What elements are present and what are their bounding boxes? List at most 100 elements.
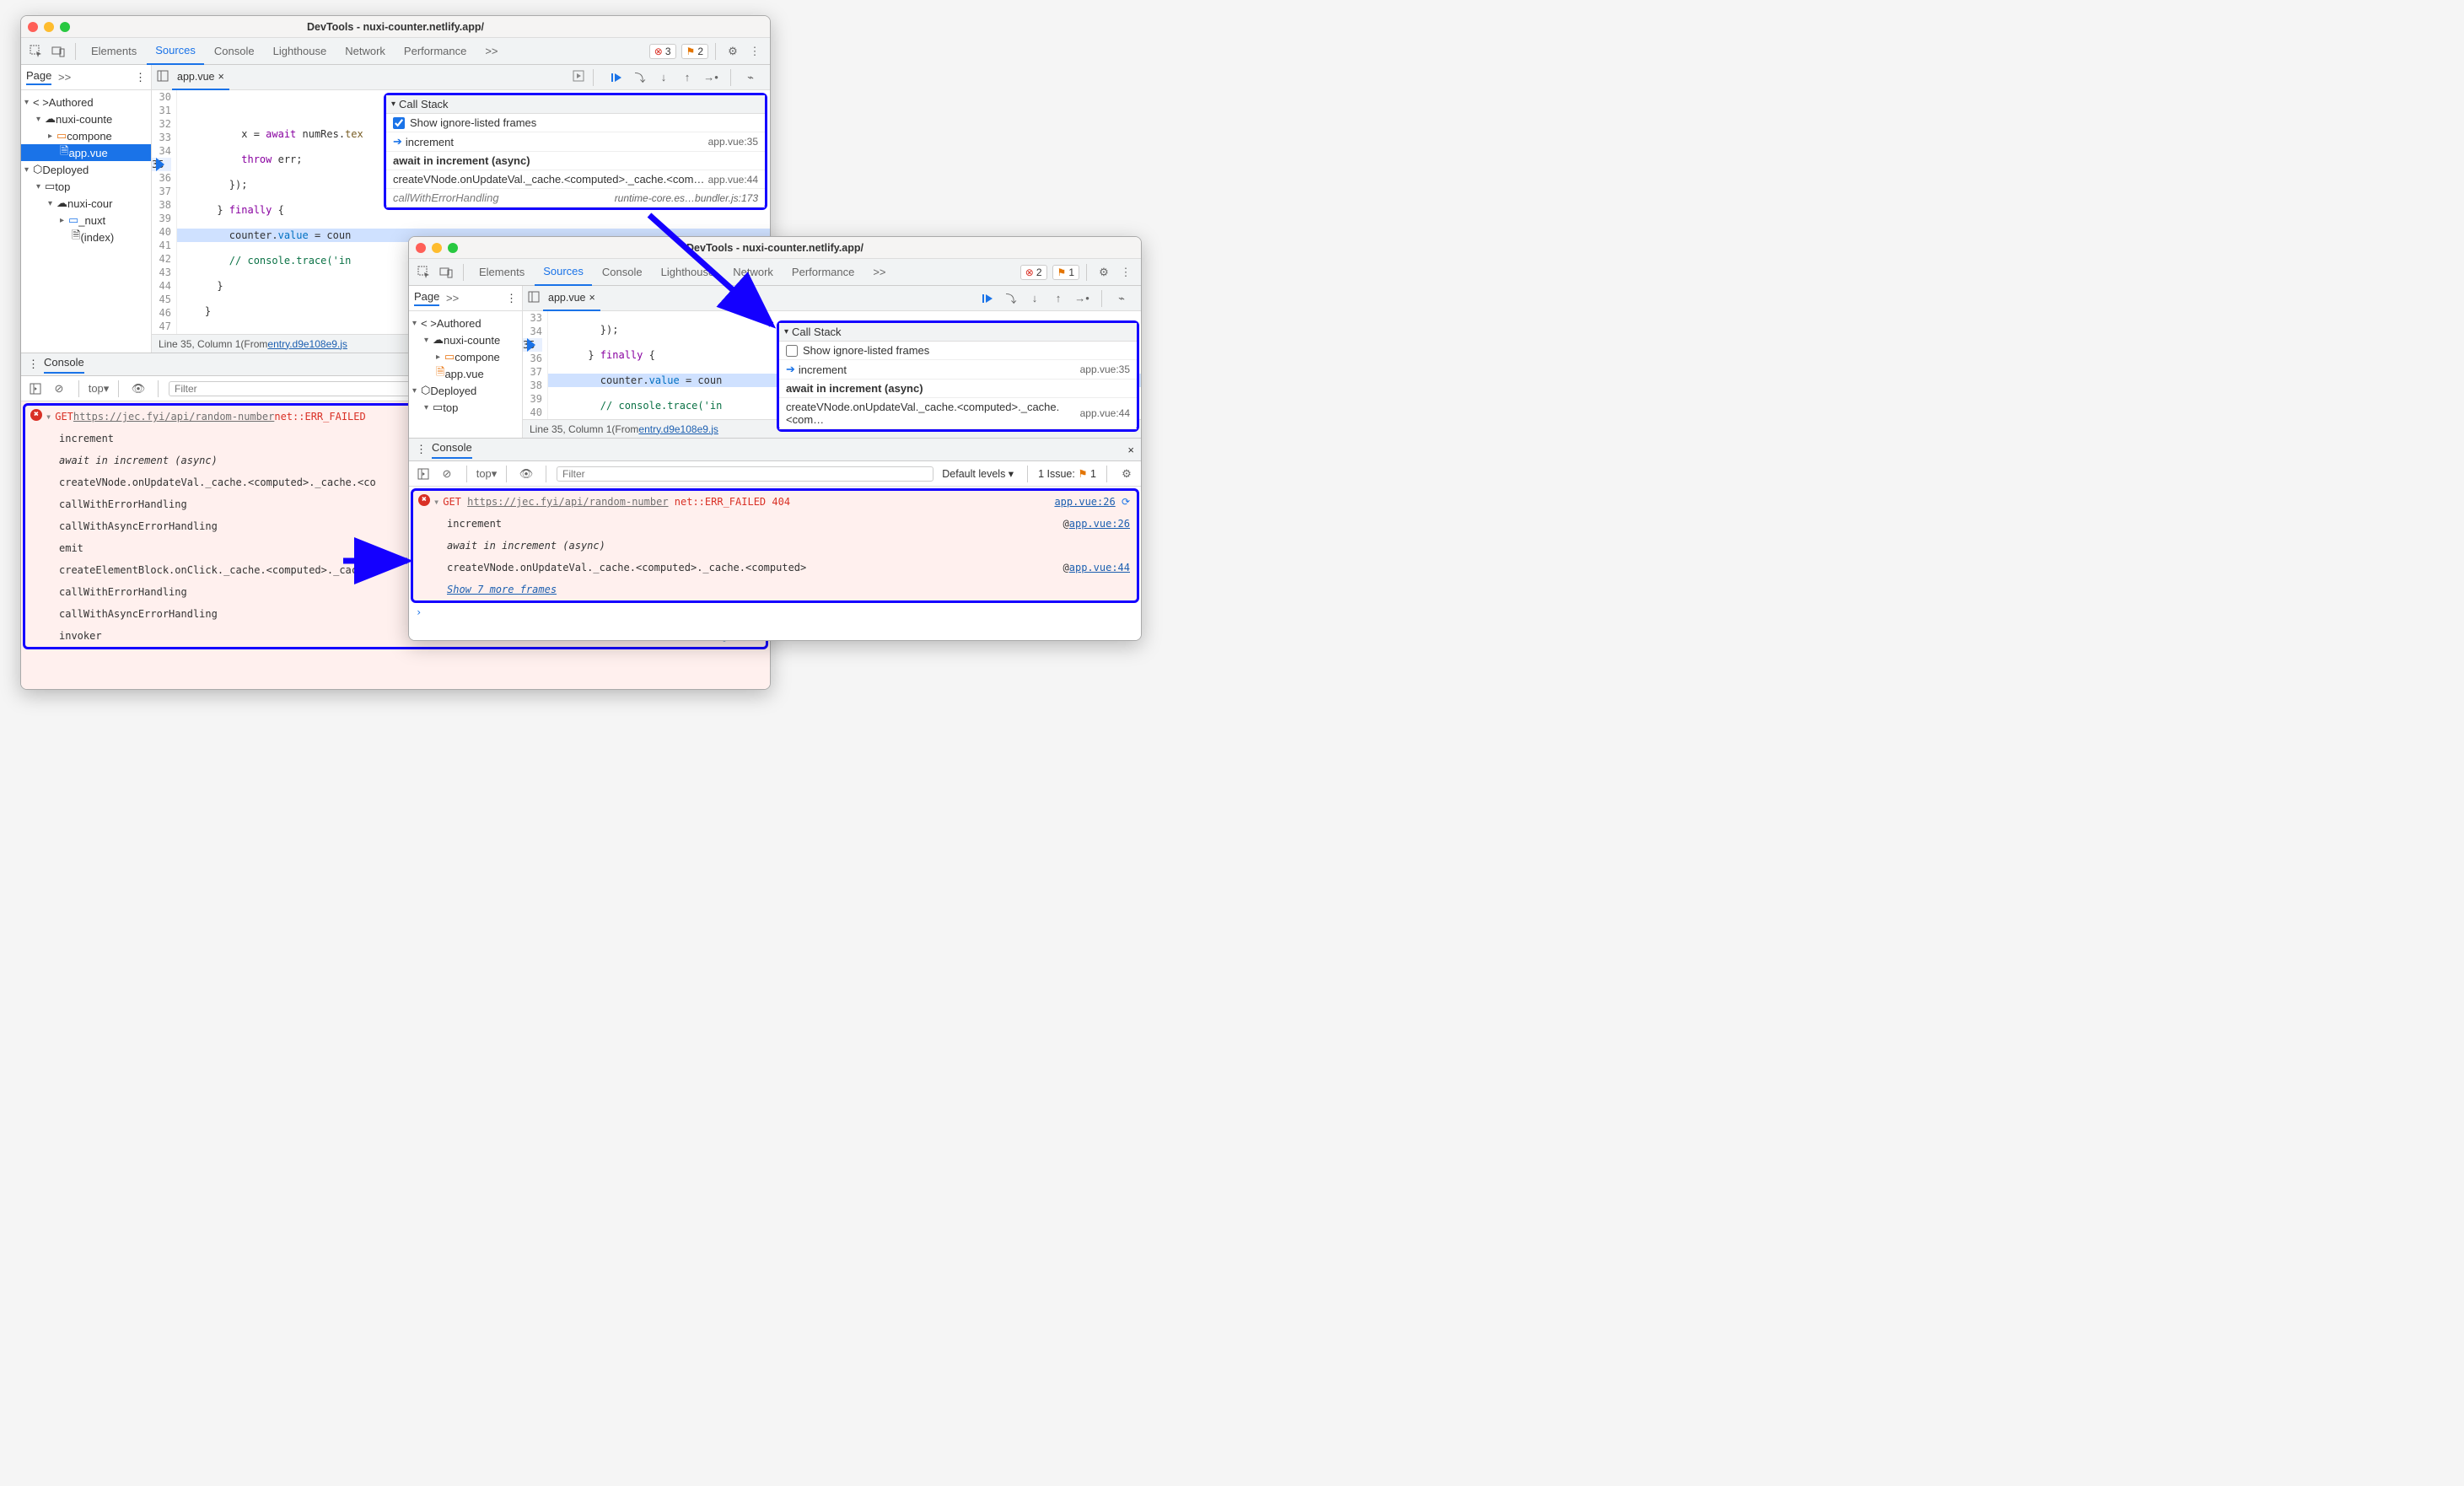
- console-output[interactable]: ▾GET https://jec.fyi/api/random-number n…: [409, 487, 1141, 640]
- tab-console[interactable]: Console: [594, 259, 651, 286]
- console-prompt[interactable]: ›: [409, 605, 1141, 620]
- tab-performance[interactable]: Performance: [395, 38, 475, 65]
- editor-tab-appvue[interactable]: app.vue ×: [172, 65, 229, 90]
- file-tree[interactable]: ▾< > Authored ▾☁ nuxi-counte ▸▭ compone …: [409, 311, 522, 419]
- close-icon[interactable]: [416, 243, 426, 253]
- tab-sources[interactable]: Sources: [147, 38, 204, 65]
- tree-deployed: ▾⬡ Deployed: [409, 382, 522, 399]
- titlebar[interactable]: DevTools - nuxi-counter.netlify.app/: [21, 16, 770, 38]
- step-out-icon[interactable]: ↑: [1049, 289, 1068, 308]
- tab-lighthouse[interactable]: Lighthouse: [265, 38, 336, 65]
- gear-icon[interactable]: ⚙: [1094, 262, 1114, 283]
- close-icon[interactable]: ×: [218, 71, 223, 83]
- live-expr-icon[interactable]: 👁: [129, 380, 148, 398]
- kebab-icon[interactable]: ⋮: [506, 292, 517, 305]
- live-expr-icon[interactable]: 👁: [517, 465, 535, 483]
- step-icon[interactable]: →•: [1073, 289, 1091, 308]
- show-ignored-checkbox[interactable]: [786, 345, 798, 357]
- step-into-icon[interactable]: ↓: [1025, 289, 1044, 308]
- show-console-sidebar-icon[interactable]: [414, 465, 433, 483]
- stack-frame-async: await in increment (async): [779, 380, 1137, 398]
- kebab-icon[interactable]: ⋮: [135, 71, 146, 84]
- page-tab[interactable]: Page: [26, 69, 51, 85]
- resume-icon[interactable]: [978, 289, 997, 308]
- source-link[interactable]: entry.d9e108e9.js: [638, 423, 718, 435]
- context-select[interactable]: top ▾: [89, 380, 108, 398]
- stack-frame[interactable]: ➔incrementapp.vue:35: [779, 360, 1137, 380]
- stack-frame[interactable]: ➔incrementapp.vue:35: [386, 132, 765, 152]
- clear-icon[interactable]: ⊘: [438, 465, 456, 483]
- kebab-icon[interactable]: ⋮: [745, 41, 765, 62]
- stack-frame[interactable]: createVNode.onUpdateVal._cache.<computed…: [779, 398, 1137, 429]
- context-select[interactable]: top ▾: [477, 465, 496, 483]
- zoom-icon[interactable]: [60, 22, 70, 32]
- step-icon[interactable]: →•: [702, 68, 720, 87]
- titlebar[interactable]: DevTools - nuxi-counter.netlify.app/: [409, 237, 1141, 259]
- tab-network[interactable]: Network: [336, 38, 394, 65]
- device-icon[interactable]: [436, 262, 456, 283]
- tab-elements[interactable]: Elements: [471, 259, 533, 286]
- overflow-tabs[interactable]: >>: [443, 292, 459, 304]
- step-out-icon[interactable]: ↑: [678, 68, 697, 87]
- run-snippet-icon[interactable]: [573, 70, 584, 84]
- show-ignored-checkbox[interactable]: [393, 117, 405, 129]
- navigator-icon[interactable]: [157, 70, 169, 84]
- overflow-tabs[interactable]: >>: [55, 71, 71, 83]
- log-levels-select[interactable]: Default levels ▾: [939, 467, 1017, 480]
- stack-link[interactable]: app.vue:44: [1069, 558, 1130, 577]
- navigator-icon[interactable]: [528, 291, 540, 305]
- step-over-icon[interactable]: ⤵: [631, 68, 649, 87]
- device-icon[interactable]: [48, 41, 68, 62]
- file-tree[interactable]: ▾< > Authored ▾☁ nuxi-counte ▸▭ compone …: [21, 90, 151, 249]
- tree-top: ▾▭ top: [409, 399, 522, 416]
- tab-elements[interactable]: Elements: [83, 38, 145, 65]
- close-icon[interactable]: ×: [1127, 444, 1134, 456]
- close-icon[interactable]: [28, 22, 38, 32]
- deactivate-breakpoints-icon[interactable]: ⌁: [1112, 289, 1131, 308]
- stack-frame[interactable]: createVNode.onUpdateVal._cache.<computed…: [386, 170, 765, 189]
- error-badge[interactable]: ⊗2: [1020, 265, 1047, 280]
- issues-badge[interactable]: 1 Issue: ⚑ 1: [1038, 467, 1096, 480]
- console-drawer-header[interactable]: ⋮ Console ×: [409, 438, 1141, 461]
- gear-icon[interactable]: ⚙: [1117, 465, 1136, 483]
- tree-appvue: 🗎 app.vue: [21, 144, 151, 161]
- minimize-icon[interactable]: [44, 22, 54, 32]
- close-icon[interactable]: ×: [589, 292, 594, 304]
- stack-link[interactable]: app.vue:26: [1069, 514, 1130, 533]
- inspect-icon[interactable]: [26, 41, 46, 62]
- resume-icon[interactable]: [607, 68, 626, 87]
- tab-lighthouse[interactable]: Lighthouse: [653, 259, 724, 286]
- overflow-tabs[interactable]: >>: [864, 259, 894, 286]
- step-over-icon[interactable]: ⤵: [1002, 289, 1020, 308]
- console-toolbar: ⊘ top ▾ 👁 Default levels ▾ 1 Issue: ⚑ 1 …: [409, 461, 1141, 487]
- minimize-icon[interactable]: [432, 243, 442, 253]
- page-tab[interactable]: Page: [414, 290, 439, 306]
- warning-badge[interactable]: ⚑1: [1052, 265, 1079, 280]
- warning-count: 2: [697, 46, 703, 57]
- step-into-icon[interactable]: ↓: [654, 68, 673, 87]
- warning-badge[interactable]: ⚑2: [681, 44, 708, 59]
- editor-tab[interactable]: app.vue ×: [543, 286, 600, 311]
- show-console-sidebar-icon[interactable]: [26, 380, 45, 398]
- kebab-icon[interactable]: ⋮: [1116, 262, 1136, 283]
- error-badge[interactable]: ⊗3: [649, 44, 676, 59]
- source-link[interactable]: entry.d9e108e9.js: [267, 338, 347, 350]
- overflow-tabs[interactable]: >>: [476, 38, 506, 65]
- inspect-icon[interactable]: [414, 262, 434, 283]
- kebab-icon[interactable]: ⋮: [28, 358, 39, 371]
- gear-icon[interactable]: ⚙: [723, 41, 743, 62]
- stack-frame[interactable]: callWithErrorHandlingruntime-core.es…bun…: [386, 189, 765, 207]
- tab-network[interactable]: Network: [724, 259, 782, 286]
- clear-icon[interactable]: ⊘: [50, 380, 68, 398]
- console-filter-input[interactable]: [557, 466, 933, 482]
- deactivate-breakpoints-icon[interactable]: ⌁: [741, 68, 760, 87]
- zoom-icon[interactable]: [448, 243, 458, 253]
- tab-sources[interactable]: Sources: [535, 259, 592, 286]
- kebab-icon[interactable]: ⋮: [416, 443, 427, 456]
- tab-console[interactable]: Console: [206, 38, 263, 65]
- show-more-frames-link[interactable]: Show 7 more frames: [447, 580, 557, 599]
- reload-icon[interactable]: ⟳: [1122, 493, 1130, 511]
- source-link[interactable]: app.vue:26: [1054, 493, 1115, 511]
- tree-site2: ▾☁ nuxi-cour: [21, 195, 151, 212]
- tab-performance[interactable]: Performance: [783, 259, 863, 286]
